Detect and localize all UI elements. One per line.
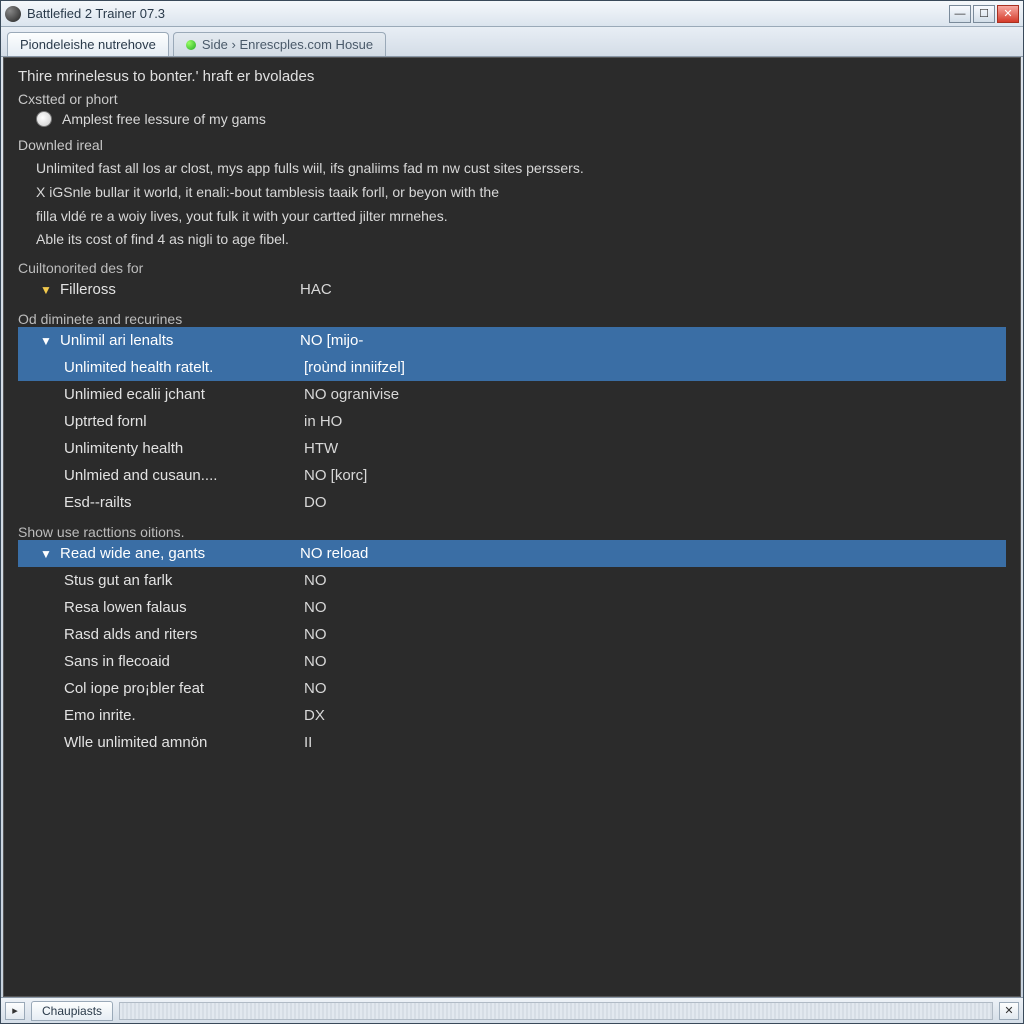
tree-item-wlle[interactable]: Wlle unlimited amnön II (18, 729, 1006, 756)
option-value: in HO (304, 413, 342, 430)
option-value: NO (304, 626, 327, 643)
section-label-diminete: Od diminete and recurines (18, 311, 1006, 327)
option-value: NO (304, 599, 327, 616)
option-name: Esd--railts (64, 494, 304, 511)
radio-icon[interactable] (36, 111, 52, 127)
window-title: Battlefied 2 Trainer 07.3 (27, 6, 949, 21)
radio-option-row[interactable]: Amplest free lessure of my gams (36, 111, 1006, 127)
chevron-down-icon[interactable]: ▼ (40, 547, 54, 561)
option-name: Resa lowen falaus (64, 599, 304, 616)
tree-item-cusaun[interactable]: Unlmied and cusaun.... NO [korc] (18, 462, 1006, 489)
tab-secondary[interactable]: Side › Enrescples.com Hosue (173, 32, 386, 56)
option-value: II (304, 734, 312, 751)
content-inner: Thire mrinelesus to bonter.' hraft er bv… (4, 58, 1020, 756)
option-name: Unlimil ari lenalts (60, 332, 300, 349)
tree-item-health-ratelt[interactable]: Unlimited health ratelt. [roùnd inniifze… (18, 354, 1006, 381)
tree-item-uptrted[interactable]: Uptrted fornl in HO (18, 408, 1006, 435)
option-value: NO (304, 653, 327, 670)
option-name: Wlle unlimited amnön (64, 734, 304, 751)
tree-item-unlimitenty[interactable]: Unlimitenty health HTW (18, 435, 1006, 462)
maximize-button[interactable]: ☐ (973, 5, 995, 23)
option-name: Sans in flecoaid (64, 653, 304, 670)
option-value: NO ogranivise (304, 386, 399, 403)
option-value: NO reload (300, 545, 368, 562)
option-value: NO (304, 680, 327, 697)
option-name: Unlimied ecalii jchant (64, 386, 304, 403)
tree-item-ecalii[interactable]: Unlimied ecalii jchant NO ogranivise (18, 381, 1006, 408)
option-name: Uptrted fornl (64, 413, 304, 430)
statusbar: ▸ Chaupiasts ✕ (1, 997, 1023, 1023)
tree-item-rasd[interactable]: Rasd alds and riters NO (18, 621, 1006, 648)
tree-root-read-wide[interactable]: ▼ Read wide ane, gants NO reload (18, 540, 1006, 567)
tree-item-stus[interactable]: Stus gut an farlk NO (18, 567, 1006, 594)
option-value: DX (304, 707, 325, 724)
app-window: Battlefied 2 Trainer 07.3 — ☐ ✕ Piondele… (0, 0, 1024, 1024)
app-icon (5, 6, 21, 22)
option-value: NO (304, 572, 327, 589)
description-line: Unlimited fast all los ar clost, mys app… (36, 157, 1006, 181)
option-value: NO [mijo- (300, 332, 363, 349)
option-value: HAC (300, 281, 332, 298)
tree-root-unlimil[interactable]: ▼ Unlimil ari lenalts NO [mijo- (18, 327, 1006, 354)
tree-item-emo[interactable]: Emo inrite. DX (18, 702, 1006, 729)
option-name: Stus gut an farlk (64, 572, 304, 589)
subheading-downled: Downled ireal (18, 137, 1006, 153)
option-name: Unlimited health ratelt. (64, 359, 304, 376)
content-pane: Thire mrinelesus to bonter.' hraft er bv… (3, 57, 1021, 997)
titlebar[interactable]: Battlefied 2 Trainer 07.3 — ☐ ✕ (1, 1, 1023, 27)
chevron-down-icon[interactable]: ▼ (40, 283, 54, 297)
section-label-show: Show use racttions oitions. (18, 524, 1006, 540)
status-close-button[interactable]: ✕ (999, 1002, 1019, 1020)
tab-main[interactable]: Piondeleishe nutrehove (7, 32, 169, 56)
option-name: Unlimitenty health (64, 440, 304, 457)
description-line: filla vldé re a woiy lives, yout fulk it… (36, 205, 1006, 229)
status-spacer (119, 1002, 993, 1020)
tree-root-filleross[interactable]: ▼ Filleross HAC (18, 276, 1006, 303)
tab-bar: Piondeleishe nutrehove Side › Enrescples… (1, 27, 1023, 57)
status-nav-button[interactable]: ▸ (5, 1002, 25, 1020)
tab-main-label: Piondeleishe nutrehove (20, 37, 156, 52)
option-value: NO [korc] (304, 467, 367, 484)
description-line: Able its cost of find 4 as nigli to age … (36, 228, 1006, 252)
plus-icon (186, 40, 196, 50)
chevron-down-icon[interactable]: ▼ (40, 334, 54, 348)
description-block: Unlimited fast all los ar clost, mys app… (36, 157, 1006, 252)
option-name: Col iope pro¡bler feat (64, 680, 304, 697)
tab-secondary-label: Side › Enrescples.com Hosue (202, 37, 373, 52)
section-label-custom: Cuiltonorited des for (18, 260, 1006, 276)
status-tab[interactable]: Chaupiasts (31, 1001, 113, 1021)
tree-item-esd-railts[interactable]: Esd--railts DO (18, 489, 1006, 516)
close-button[interactable]: ✕ (997, 5, 1019, 23)
option-name: Rasd alds and riters (64, 626, 304, 643)
page-heading: Thire mrinelesus to bonter.' hraft er bv… (18, 68, 1006, 85)
subheading-casted: Cxstted or phort (18, 91, 1006, 107)
option-name: Emo inrite. (64, 707, 304, 724)
option-value: DO (304, 494, 327, 511)
option-name: Filleross (60, 281, 300, 298)
option-name: Unlmied and cusaun.... (64, 467, 304, 484)
radio-label: Amplest free lessure of my gams (62, 111, 266, 127)
option-value: HTW (304, 440, 338, 457)
window-buttons: — ☐ ✕ (949, 5, 1019, 23)
description-line: X iGSnle bullar it world, it enali:-bout… (36, 181, 1006, 205)
tree-item-sans[interactable]: Sans in flecoaid NO (18, 648, 1006, 675)
minimize-button[interactable]: — (949, 5, 971, 23)
option-value: [roùnd inniifzel] (304, 359, 405, 376)
tree-item-col[interactable]: Col iope pro¡bler feat NO (18, 675, 1006, 702)
tree-item-resa[interactable]: Resa lowen falaus NO (18, 594, 1006, 621)
option-name: Read wide ane, gants (60, 545, 300, 562)
